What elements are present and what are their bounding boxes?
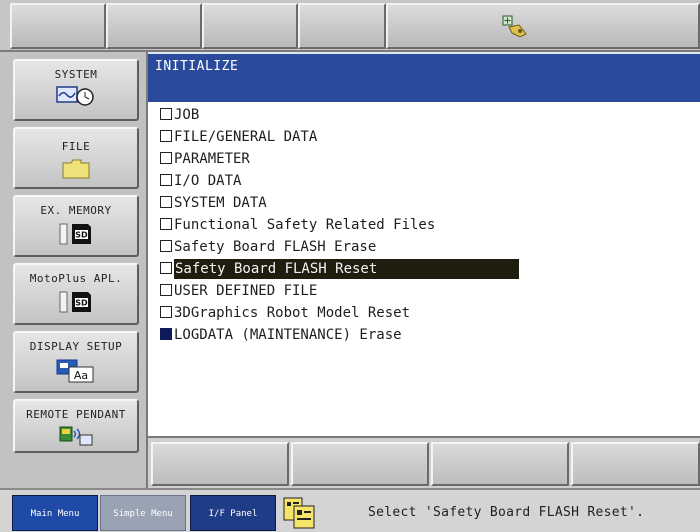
function-key-1[interactable] xyxy=(151,442,289,486)
menu-motoplus-button[interactable]: MotoPlus APL. SD xyxy=(13,263,139,325)
menu-remote-pendant-label: REMOTE PENDANT xyxy=(26,408,126,421)
checkbox[interactable] xyxy=(160,196,172,208)
checkbox[interactable] xyxy=(160,174,172,186)
list-item-file-general-data[interactable]: FILE/GENERAL DATA xyxy=(160,127,317,147)
function-key-3[interactable] xyxy=(431,442,569,486)
menu-file-label: FILE xyxy=(61,140,91,153)
item-label: USER DEFINED FILE xyxy=(174,283,318,299)
item-label: PARAMETER xyxy=(174,151,250,167)
menu-motoplus-label: MotoPlus APL. xyxy=(29,272,123,285)
svg-text:SD: SD xyxy=(75,299,88,308)
checkbox[interactable] xyxy=(160,306,172,318)
status-message: Select 'Safety Board FLASH Reset'. xyxy=(368,505,645,520)
list-item-system-data[interactable]: SYSTEM DATA xyxy=(160,193,267,213)
checkbox[interactable] xyxy=(160,284,172,296)
initialize-item-list: JOB FILE/GENERAL DATA PARAMETER I/O DATA… xyxy=(148,104,700,434)
system-clock-icon xyxy=(56,86,94,106)
title-bar: INITIALIZE xyxy=(148,52,700,102)
main-menu-tab[interactable]: Main Menu xyxy=(12,495,98,531)
list-item-3dgraphics-robot-model-reset[interactable]: 3DGraphics Robot Model Reset xyxy=(160,303,410,323)
page-title: INITIALIZE xyxy=(155,59,239,74)
list-item-user-defined-file[interactable]: USER DEFINED FILE xyxy=(160,281,317,301)
display-setup-icon: Aa xyxy=(56,359,94,383)
list-item-parameter[interactable]: PARAMETER xyxy=(160,149,250,169)
top-button-1[interactable] xyxy=(10,3,106,49)
main-menu-panel: SYSTEM FILE EX. MEMORY SD MotoPlus APL. xyxy=(0,52,148,488)
checkbox[interactable] xyxy=(160,152,172,164)
if-panel-tab[interactable]: I/F Panel xyxy=(190,495,276,531)
item-label: Safety Board FLASH Erase xyxy=(174,239,377,255)
checkbox[interactable] xyxy=(160,218,172,230)
selected-item-label: Safety Board FLASH Reset xyxy=(174,259,519,279)
menu-display-setup-button[interactable]: DISPLAY SETUP Aa xyxy=(13,331,139,393)
function-key-2[interactable] xyxy=(291,442,429,486)
sd-card-icon: SD xyxy=(59,291,91,313)
menu-ex-memory-button[interactable]: EX. MEMORY SD xyxy=(13,195,139,257)
list-item-functional-safety-files[interactable]: Functional Safety Related Files xyxy=(160,215,435,235)
list-item-safety-board-flash-reset[interactable]: Safety Board FLASH Reset xyxy=(160,259,519,279)
simple-menu-tab[interactable]: Simple Menu xyxy=(100,495,186,531)
svg-text:SD: SD xyxy=(75,231,88,240)
checkbox[interactable] xyxy=(160,130,172,142)
robot-status-icon xyxy=(502,15,527,38)
list-item-logdata-maintenance-erase[interactable]: LOGDATA (MAINTENANCE) Erase xyxy=(160,325,402,345)
item-label: SYSTEM DATA xyxy=(174,195,267,211)
top-button-status[interactable] xyxy=(386,3,700,49)
menu-display-setup-label: DISPLAY SETUP xyxy=(29,340,123,353)
menu-remote-pendant-button[interactable]: REMOTE PENDANT xyxy=(13,399,139,453)
list-item-job[interactable]: JOB xyxy=(160,105,199,125)
sd-card-icon: SD xyxy=(59,223,91,245)
folder-icon xyxy=(62,159,90,179)
top-toolbar xyxy=(0,0,700,52)
status-bar: Main Menu Simple Menu I/F Panel Select '… xyxy=(0,488,700,532)
function-key-4[interactable] xyxy=(571,442,700,486)
top-button-4[interactable] xyxy=(298,3,386,49)
top-button-2[interactable] xyxy=(106,3,202,49)
copy-documents-icon[interactable] xyxy=(282,496,318,530)
checkbox[interactable] xyxy=(160,108,172,120)
menu-system-button[interactable]: SYSTEM xyxy=(13,59,139,121)
item-label: 3DGraphics Robot Model Reset xyxy=(174,305,411,321)
menu-ex-memory-label: EX. MEMORY xyxy=(40,204,112,217)
item-label: LOGDATA (MAINTENANCE) Erase xyxy=(174,327,402,343)
svg-text:Aa: Aa xyxy=(74,369,88,382)
menu-file-button[interactable]: FILE xyxy=(13,127,139,189)
list-item-io-data[interactable]: I/O DATA xyxy=(160,171,241,191)
top-button-3[interactable] xyxy=(202,3,298,49)
list-item-safety-board-flash-erase[interactable]: Safety Board FLASH Erase xyxy=(160,237,376,257)
item-label: I/O DATA xyxy=(174,173,242,189)
menu-system-label: SYSTEM xyxy=(54,68,98,81)
item-label: JOB xyxy=(174,107,200,123)
remote-pendant-icon xyxy=(59,426,93,446)
item-label: Functional Safety Related Files xyxy=(174,217,436,233)
checkbox[interactable] xyxy=(160,262,172,274)
function-key-bar xyxy=(148,436,700,488)
checkbox-checked[interactable] xyxy=(160,328,172,340)
item-label: FILE/GENERAL DATA xyxy=(174,129,318,145)
checkbox[interactable] xyxy=(160,240,172,252)
